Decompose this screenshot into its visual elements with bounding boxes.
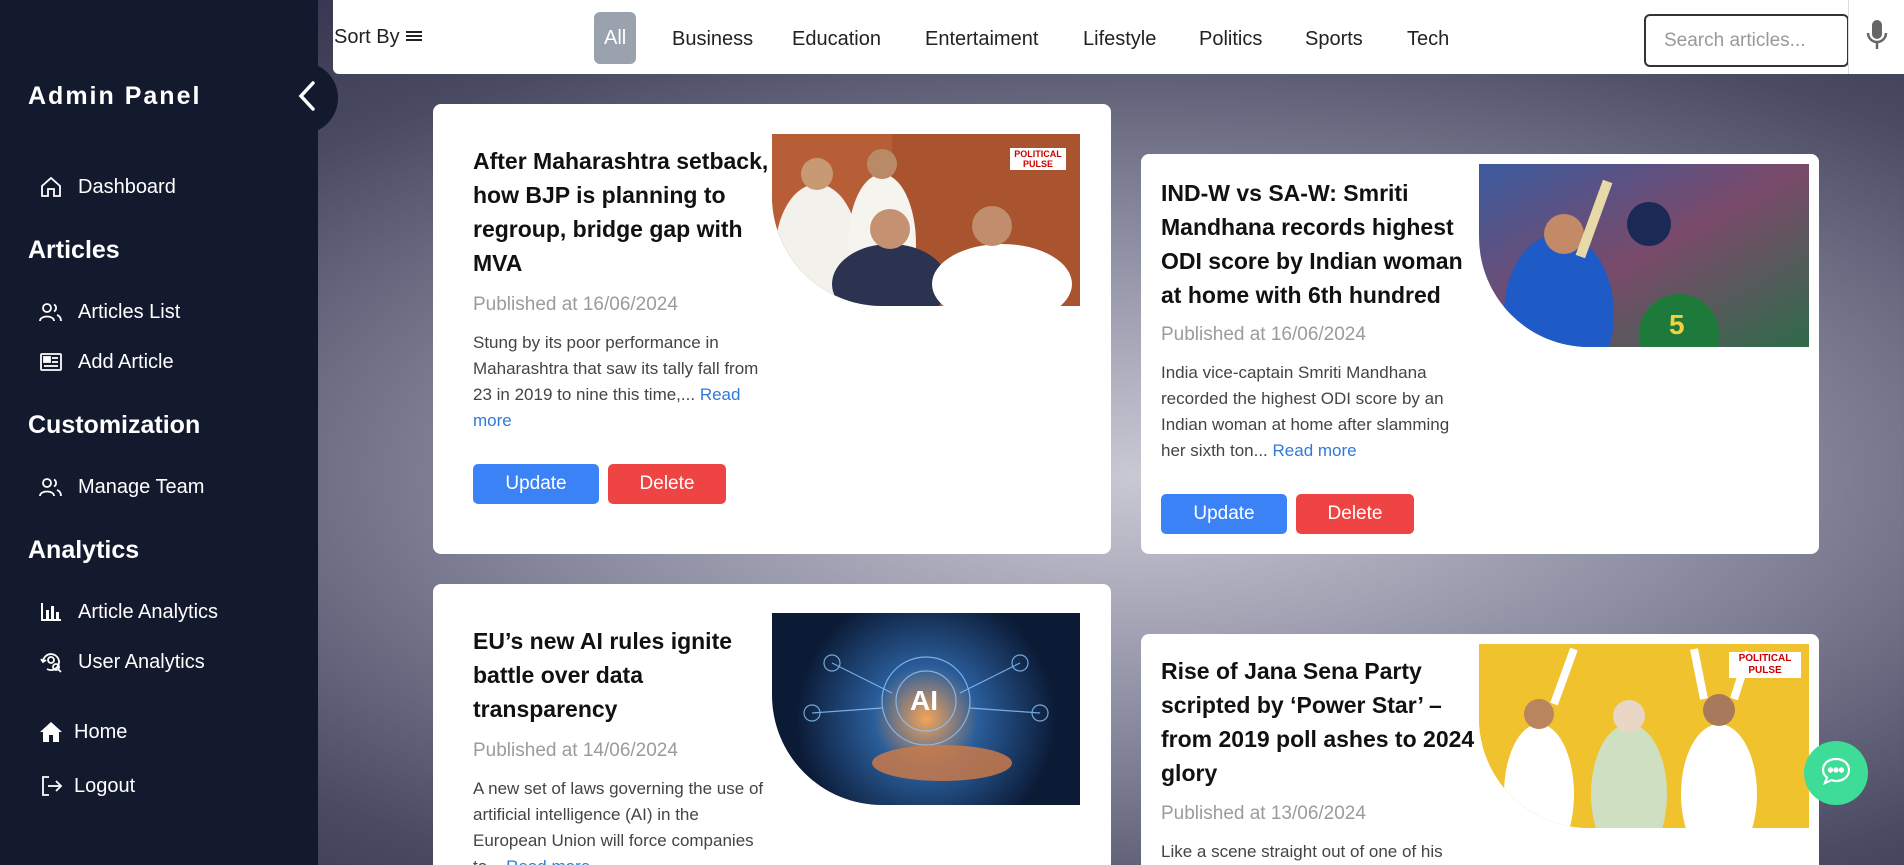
sidebar-item-user-analytics[interactable]: User Analytics	[38, 647, 205, 677]
article-excerpt: A new set of laws governing the use of a…	[473, 776, 773, 865]
political-pulse-badge: POLITICAL PULSE	[1014, 149, 1062, 169]
delete-button[interactable]: Delete	[1296, 494, 1414, 534]
article-image[interactable]: AI	[772, 613, 1080, 805]
voice-search-button[interactable]	[1848, 0, 1904, 74]
sidebar-item-article-analytics[interactable]: Article Analytics	[38, 597, 218, 627]
article-excerpt: Stung by its poor performance in Maharas…	[473, 330, 763, 434]
excerpt-text: A new set of laws governing the use of a…	[473, 779, 764, 865]
tab-all[interactable]: All	[594, 12, 637, 64]
article-card: Rise of Jana Sena Party scripted by ‘Pow…	[1141, 634, 1819, 865]
excerpt-text: Like a scene straight out of one of his	[1161, 842, 1443, 861]
sidebar-item-label: Articles List	[78, 300, 181, 323]
tab-business[interactable]: Business	[672, 28, 753, 51]
article-card: IND-W vs SA-W: Smriti Mandhana records h…	[1141, 154, 1819, 554]
section-customization: Customization	[28, 411, 201, 439]
article-image[interactable]: POLITICAL PULSE	[1479, 644, 1809, 828]
menu-lines-icon	[400, 26, 422, 49]
brand-title: Admin Panel	[28, 82, 202, 110]
article-title[interactable]: EU’s new AI rules ignite battle over dat…	[473, 624, 773, 726]
chevron-left-icon	[298, 80, 317, 117]
collapse-sidebar-button[interactable]	[284, 62, 338, 134]
tab-lifestyle[interactable]: Lifestyle	[1083, 28, 1156, 51]
sidebar-item-articles-list[interactable]: Articles List	[38, 297, 180, 327]
tab-politics[interactable]: Politics	[1199, 28, 1262, 51]
svg-text:5: 5	[1669, 309, 1685, 340]
read-more-link[interactable]: Read more	[506, 857, 590, 865]
article-title[interactable]: IND-W vs SA-W: Smriti Mandhana records h…	[1161, 176, 1471, 312]
political-pulse-badge: POLITICAL PULSE	[1738, 653, 1792, 676]
section-analytics: Analytics	[28, 536, 140, 564]
sort-by-button[interactable]: Sort By	[334, 26, 422, 49]
sidebar-item-label: Article Analytics	[78, 600, 219, 623]
sidebar: Admin Panel Dashboard Articles Articles …	[0, 0, 318, 865]
article-excerpt: India vice-captain Smriti Mandhana recor…	[1161, 360, 1471, 464]
sidebar-item-add-article[interactable]: Add Article	[38, 347, 174, 377]
tab-entertainment[interactable]: Entertaiment	[925, 28, 1038, 51]
article-excerpt: Like a scene straight out of one of his	[1161, 839, 1471, 865]
search-input[interactable]	[1644, 14, 1849, 67]
sidebar-item-label: Manage Team	[78, 475, 205, 498]
delete-button[interactable]: Delete	[608, 464, 726, 504]
article-date: Published at 16/06/2024	[473, 294, 678, 315]
article-title[interactable]: Rise of Jana Sena Party scripted by ‘Pow…	[1161, 654, 1481, 790]
home-outline-icon	[38, 174, 64, 200]
article-card: After Maharashtra setback, how BJP is pl…	[433, 104, 1111, 554]
ai-logo-text: AI	[910, 685, 938, 716]
article-card: EU’s new AI rules ignite battle over dat…	[433, 584, 1111, 865]
tab-education[interactable]: Education	[792, 28, 881, 51]
tab-tech[interactable]: Tech	[1407, 28, 1449, 51]
chat-button[interactable]	[1804, 741, 1868, 805]
tab-sports[interactable]: Sports	[1305, 28, 1363, 51]
section-articles: Articles	[28, 236, 120, 264]
update-button[interactable]: Update	[473, 464, 599, 504]
newspaper-icon	[38, 349, 64, 375]
sidebar-item-dashboard[interactable]: Dashboard	[38, 172, 176, 202]
update-button[interactable]: Update	[1161, 494, 1287, 534]
article-date: Published at 14/06/2024	[473, 740, 678, 761]
sidebar-item-label: Home	[74, 720, 128, 743]
article-date: Published at 13/06/2024	[1161, 803, 1366, 824]
sidebar-item-label: Add Article	[78, 350, 174, 373]
sidebar-item-label: User Analytics	[78, 650, 205, 673]
user-search-icon	[38, 649, 64, 675]
sidebar-item-label: Dashboard	[78, 175, 176, 198]
logout-icon	[38, 773, 64, 799]
sidebar-item-logout[interactable]: Logout	[38, 771, 135, 801]
users-icon	[38, 299, 64, 325]
sidebar-item-label: Logout	[74, 774, 136, 797]
article-title[interactable]: After Maharashtra setback, how BJP is pl…	[473, 144, 773, 280]
sort-by-label: Sort By	[334, 26, 400, 48]
bar-chart-icon	[38, 599, 64, 625]
chat-bubble-icon	[1820, 756, 1852, 791]
cricketer-photo: 5	[1479, 164, 1809, 347]
home-icon	[38, 719, 64, 745]
microphone-icon	[1866, 19, 1888, 56]
article-image[interactable]: POLITICAL PULSE	[772, 134, 1080, 306]
article-date: Published at 16/06/2024	[1161, 324, 1366, 345]
team-icon	[38, 474, 64, 500]
sidebar-item-manage-team[interactable]: Manage Team	[38, 472, 204, 502]
read-more-link[interactable]: Read more	[1273, 441, 1357, 460]
sidebar-item-home[interactable]: Home	[38, 717, 127, 747]
article-image[interactable]: 5	[1479, 164, 1809, 347]
